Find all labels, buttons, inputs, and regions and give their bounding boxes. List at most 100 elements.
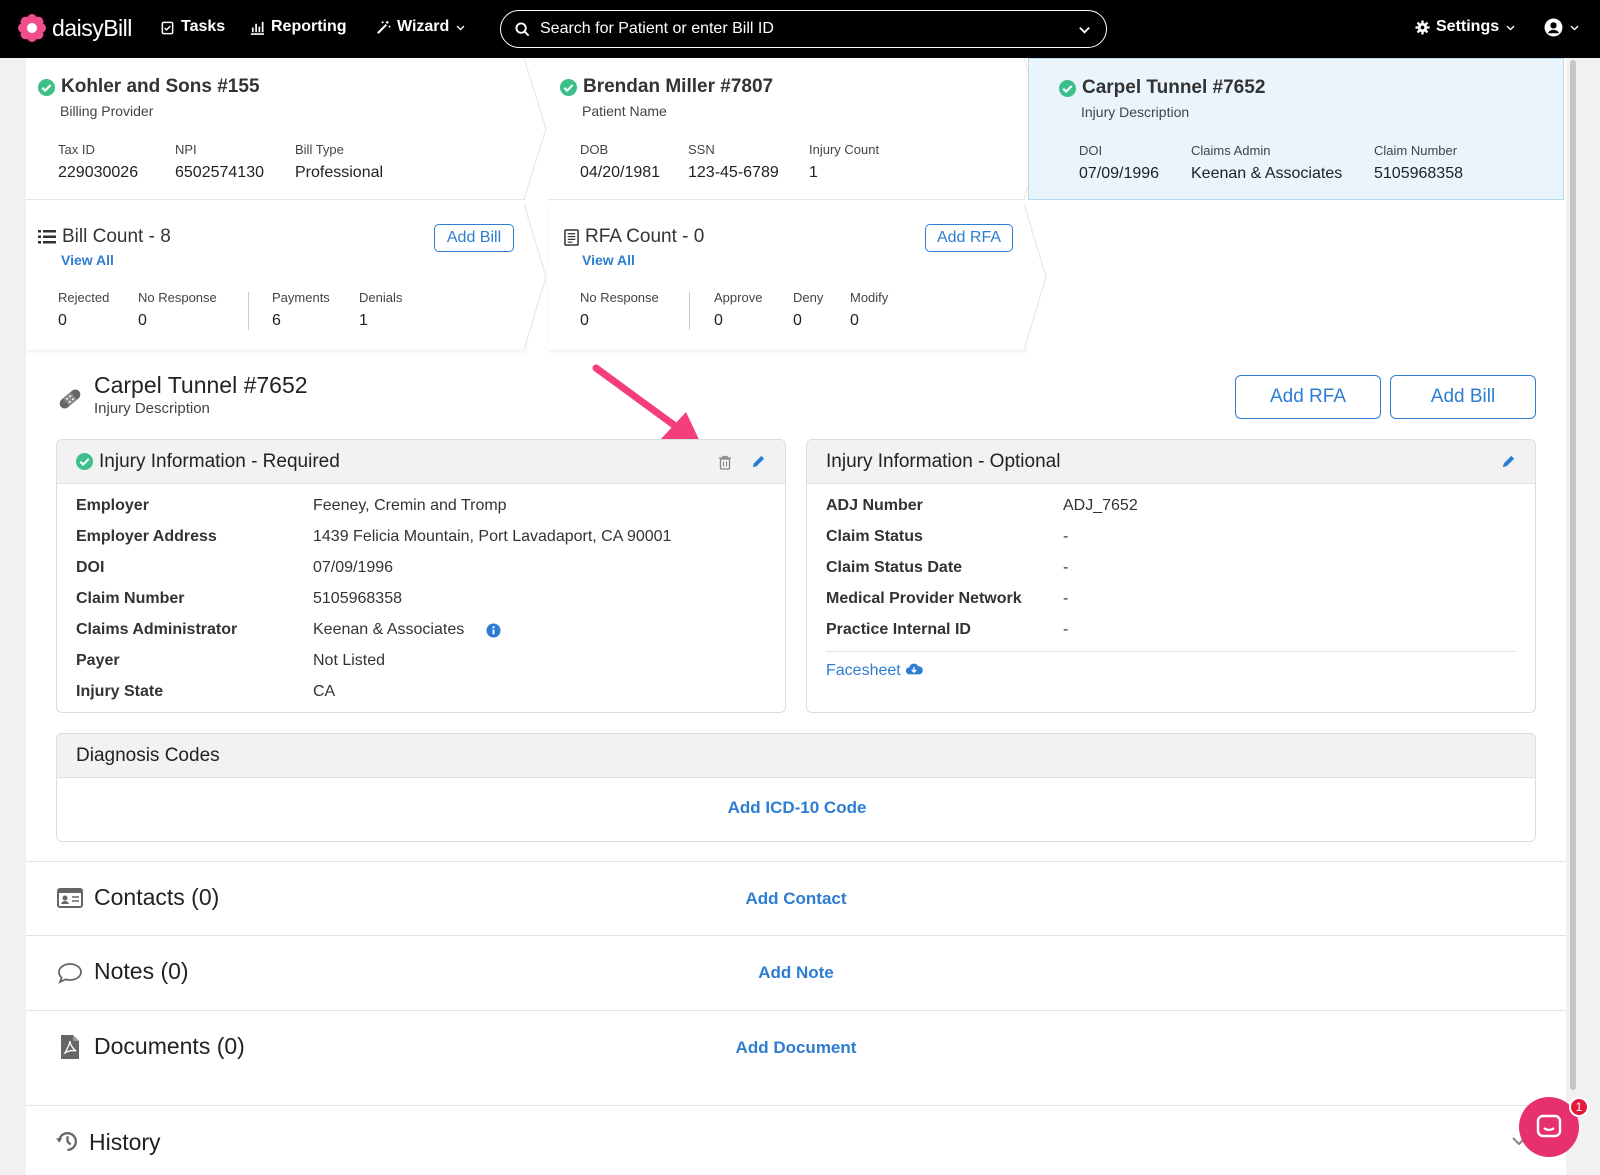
nav-wizard-label: Wizard <box>397 18 450 35</box>
facesheet-label[interactable]: Facesheet <box>826 662 901 679</box>
modify-label: Modify <box>850 290 889 305</box>
field-value[interactable]: Keenan & Associates <box>313 621 464 639</box>
field-value: CA <box>313 683 336 700</box>
rfa-view-all-link[interactable]: View All <box>582 252 635 268</box>
pencil-icon[interactable] <box>751 454 766 469</box>
chevron-down-icon[interactable] <box>1077 22 1092 37</box>
required-info-row: Claim Number 5105968358 <box>76 590 766 612</box>
history-title[interactable]: History <box>89 1129 161 1156</box>
npi-label: NPI <box>175 142 197 157</box>
bar-chart-icon <box>250 21 265 35</box>
rejected-label: Rejected <box>58 290 110 305</box>
chevron-divider <box>1024 204 1047 350</box>
injury-optional-panel: Injury Information - Optional ADJ Number… <box>806 439 1536 713</box>
required-info-row: Employer Address 1439 Felicia Mountain, P… <box>76 528 766 550</box>
facesheet-link[interactable]: Facesheet <box>826 662 924 680</box>
deny-value: 0 <box>793 312 802 329</box>
add-contact-link[interactable]: Add Contact <box>26 889 1566 909</box>
add-rfa-button-small[interactable]: Add RFA <box>925 224 1013 252</box>
field-label: Claims Administrator <box>76 621 238 638</box>
injury-required-panel: Injury Information - Required Employer Fe… <box>56 439 786 713</box>
trash-icon[interactable] <box>718 455 732 470</box>
patient-card[interactable]: Brendan Miller #7807 Patient Name DOB 04… <box>548 58 1047 200</box>
field-value: - <box>1063 590 1069 607</box>
add-note-link[interactable]: Add Note <box>26 963 1566 983</box>
search-bar[interactable]: Search for Patient or enter Bill ID <box>500 10 1107 48</box>
ssn-label: SSN <box>688 142 715 157</box>
divider <box>248 292 249 330</box>
required-info-row: Employer Feeney, Cremin and Tromp <box>76 497 766 519</box>
tax-id-value: 229030026 <box>58 164 139 181</box>
optional-info-row: Medical Provider Network - <box>826 590 1516 612</box>
scrollbar[interactable] <box>1570 60 1576 1090</box>
check-circle-icon <box>38 78 55 96</box>
notification-badge: 1 <box>1569 1097 1589 1117</box>
approve-label: Approve <box>714 290 763 305</box>
logo[interactable]: daisyBill <box>18 14 132 42</box>
add-icd10-code-link[interactable]: Add ICD-10 Code <box>57 798 1535 818</box>
field-label: Injury State <box>76 683 164 700</box>
top-nav: daisyBill Tasks Reporting Wizard Search … <box>0 0 1600 58</box>
provider-subtitle: Billing Provider <box>60 103 154 119</box>
add-rfa-button[interactable]: Add RFA <box>1235 375 1381 419</box>
payments-value: 6 <box>272 312 281 329</box>
optional-info-row: Claim Status - <box>826 528 1516 550</box>
npi-value: 6502574130 <box>175 164 264 181</box>
injury-optional-title: Injury Information - Optional <box>826 450 1061 472</box>
check-circle-icon <box>76 453 93 470</box>
diagnosis-title: Diagnosis Codes <box>76 744 220 766</box>
info-icon[interactable] <box>486 623 501 638</box>
bills-view-all-link[interactable]: View All <box>61 252 114 268</box>
nav-tasks-label: Tasks <box>181 18 226 35</box>
tax-id-label: Tax ID <box>58 142 95 157</box>
divider <box>826 651 1516 652</box>
patient-subtitle: Patient Name <box>582 103 667 119</box>
injury-card[interactable]: Carpel Tunnel #7652 Injury Description D… <box>1028 58 1564 200</box>
field-value: 07/09/1996 <box>313 559 394 576</box>
add-bill-button-small[interactable]: Add Bill <box>434 224 514 252</box>
cloud-download-icon[interactable] <box>905 662 924 676</box>
nav-settings[interactable]: Settings <box>1415 18 1516 36</box>
dob-label: DOB <box>580 142 609 157</box>
billing-provider-card[interactable]: Kohler and Sons #155 Billing Provider Ta… <box>26 58 547 200</box>
add-document-link[interactable]: Add Document <box>26 1038 1566 1058</box>
injury-subtitle: Injury Description <box>1081 104 1190 120</box>
field-value: 5105968358 <box>313 590 402 607</box>
bill-type-value: Professional <box>295 164 384 181</box>
magic-wand-icon <box>377 20 391 34</box>
field-value: - <box>1063 621 1069 638</box>
optional-info-row: ADJ Number ADJ_7652 <box>826 497 1516 519</box>
nav-wizard[interactable]: Wizard <box>376 18 466 36</box>
required-info-row: Payer Not Listed <box>76 652 766 674</box>
field-value: ADJ_7652 <box>1063 497 1138 514</box>
rfa-count-title: RFA Count - 0 <box>564 226 704 248</box>
injury-title: Carpel Tunnel #7652 <box>1059 77 1265 99</box>
patient-title-text: Brendan Miller #7807 <box>583 76 774 97</box>
rfa-count-card: RFA Count - 0 View All Add RFA No Respon… <box>548 204 1047 350</box>
bill-count-title: Bill Count - 8 <box>38 226 171 248</box>
pencil-icon[interactable] <box>1501 454 1516 469</box>
field-label: Claim Status <box>826 528 923 545</box>
claim-number-label: Claim Number <box>1374 143 1458 158</box>
nav-tasks[interactable]: Tasks <box>160 18 225 36</box>
injury-required-header: Injury Information - Required <box>57 440 785 484</box>
user-menu[interactable] <box>1544 18 1580 37</box>
history-icon <box>56 1132 77 1151</box>
field-label: Claim Status Date <box>826 559 963 576</box>
doi-label: DOI <box>1079 143 1103 158</box>
approve-value: 0 <box>714 312 723 329</box>
page-title: Carpel Tunnel #7652 <box>94 372 308 398</box>
user-circle-icon <box>1544 18 1563 37</box>
chevron-down-icon <box>1506 25 1515 31</box>
nav-reporting[interactable]: Reporting <box>250 18 347 36</box>
claims-admin-label: Claims Admin <box>1191 143 1271 158</box>
add-bill-button[interactable]: Add Bill <box>1390 375 1536 419</box>
search-input[interactable]: Search for Patient or enter Bill ID <box>540 20 1067 38</box>
daisy-logo-icon <box>18 14 46 42</box>
provider-title-text: Kohler and Sons #155 <box>61 76 260 97</box>
patient-title: Brendan Miller #7807 <box>560 76 773 98</box>
injury-title-text: Carpel Tunnel #7652 <box>1082 77 1266 98</box>
divider <box>26 935 1566 936</box>
page-subtitle: Injury Description <box>94 400 210 417</box>
field-value: Feeney, Cremin and Tromp <box>313 497 507 514</box>
